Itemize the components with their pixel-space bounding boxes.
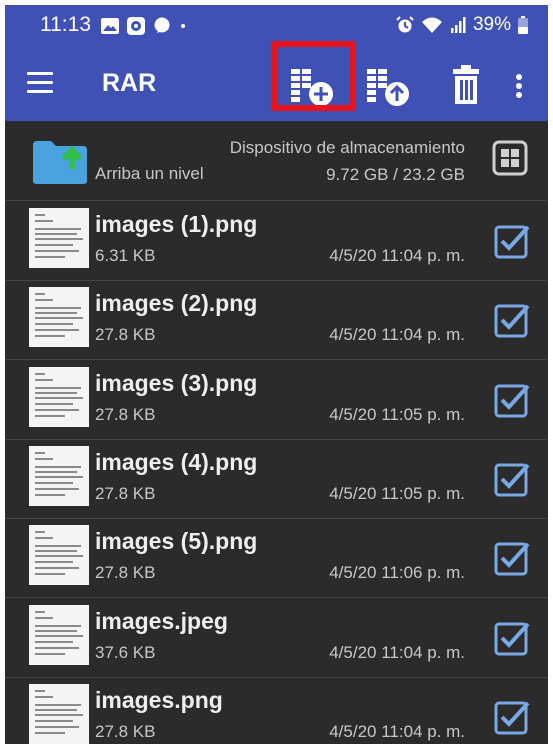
file-name: images (4).png xyxy=(95,448,258,475)
checkbox-checked-icon[interactable] xyxy=(493,698,531,736)
file-name: images.png xyxy=(95,686,223,713)
file-name: images.jpeg xyxy=(95,607,228,634)
app-frame: 11:13 39% RAR Arriba un nivel Dispositiv… xyxy=(5,5,548,744)
file-size: 27.8 KB xyxy=(95,483,156,503)
file-name: images (2).png xyxy=(95,290,258,317)
status-time: 11:13 xyxy=(40,13,91,36)
file-thumbnail xyxy=(29,208,89,268)
file-name: images (5).png xyxy=(95,528,258,555)
file-thumbnail xyxy=(29,604,89,665)
highlight-box xyxy=(271,41,356,111)
checkbox-checked-icon[interactable] xyxy=(493,222,531,260)
folder-up-icon xyxy=(33,141,87,184)
file-row[interactable]: images (3).png 27.8 KB 4/5/20 11:05 p. m. xyxy=(5,360,548,440)
file-date: 4/5/20 11:04 p. m. xyxy=(329,721,465,741)
file-size: 37.6 KB xyxy=(95,642,156,662)
checkbox-checked-icon[interactable] xyxy=(493,301,531,339)
up-one-level-label: Arriba un nivel xyxy=(95,164,204,183)
file-thumbnail xyxy=(29,366,89,427)
battery-icon xyxy=(518,16,528,34)
file-thumbnail xyxy=(29,683,89,744)
camera-app-icon xyxy=(127,17,145,35)
checkbox-checked-icon[interactable] xyxy=(493,460,531,498)
battery-percent: 39% xyxy=(472,14,511,35)
more-vert-icon[interactable] xyxy=(504,61,534,111)
file-date: 4/5/20 11:05 p. m. xyxy=(329,483,465,503)
file-thumbnail xyxy=(29,287,89,348)
file-row[interactable]: images (2).png 27.8 KB 4/5/20 11:04 p. m. xyxy=(5,280,548,361)
gallery-icon xyxy=(101,18,119,34)
file-thumbnail xyxy=(29,445,89,506)
file-size: 27.8 KB xyxy=(95,563,156,583)
up-one-level-row[interactable]: Arriba un nivel Dispositivo de almacenam… xyxy=(5,121,548,201)
file-name: images (1).png xyxy=(95,211,258,237)
storage-device-label: Dispositivo de almacenamiento xyxy=(229,138,465,157)
extract-icon[interactable] xyxy=(363,61,413,111)
signal-icon xyxy=(450,17,466,33)
app-title: RAR xyxy=(102,69,157,97)
checkbox-checked-icon[interactable] xyxy=(493,381,531,419)
checkbox-checked-icon[interactable] xyxy=(493,619,531,657)
file-date: 4/5/20 11:04 p. m. xyxy=(329,642,465,662)
trash-icon[interactable] xyxy=(441,61,491,111)
file-date: 4/5/20 11:04 p. m. xyxy=(329,325,465,345)
file-name: images (3).png xyxy=(95,369,258,396)
notification-icons xyxy=(101,17,187,35)
file-row[interactable]: images (1).png 6.31 KB 4/5/20 11:04 p. m. xyxy=(5,201,548,281)
alarm-icon xyxy=(396,16,414,33)
file-date: 4/5/20 11:06 p. m. xyxy=(329,563,465,583)
dot-icon xyxy=(181,24,185,28)
file-thumbnail xyxy=(29,525,89,586)
file-size: 27.8 KB xyxy=(95,721,156,741)
grid-view-icon[interactable] xyxy=(492,140,528,176)
file-row[interactable]: images.png 27.8 KB 4/5/20 11:04 p. m. xyxy=(5,677,548,744)
system-status: 39% xyxy=(396,14,528,36)
file-row[interactable]: images.jpeg 37.6 KB 4/5/20 11:04 p. m. xyxy=(5,598,548,678)
file-size: 27.8 KB xyxy=(95,325,156,345)
file-date: 4/5/20 11:05 p. m. xyxy=(329,404,465,424)
file-size: 6.31 KB xyxy=(95,246,156,265)
menu-icon[interactable] xyxy=(27,72,53,94)
storage-usage: 9.72 GB / 23.2 GB xyxy=(326,165,465,184)
checkbox-checked-icon[interactable] xyxy=(493,539,531,577)
messenger-icon xyxy=(154,17,170,33)
file-date: 4/5/20 11:04 p. m. xyxy=(329,246,465,265)
file-row[interactable]: images (4).png 27.8 KB 4/5/20 11:05 p. m. xyxy=(5,439,548,519)
wifi-icon xyxy=(421,17,442,33)
file-row[interactable]: images (5).png 27.8 KB 4/5/20 11:06 p. m. xyxy=(5,518,548,599)
file-size: 27.8 KB xyxy=(95,404,156,424)
